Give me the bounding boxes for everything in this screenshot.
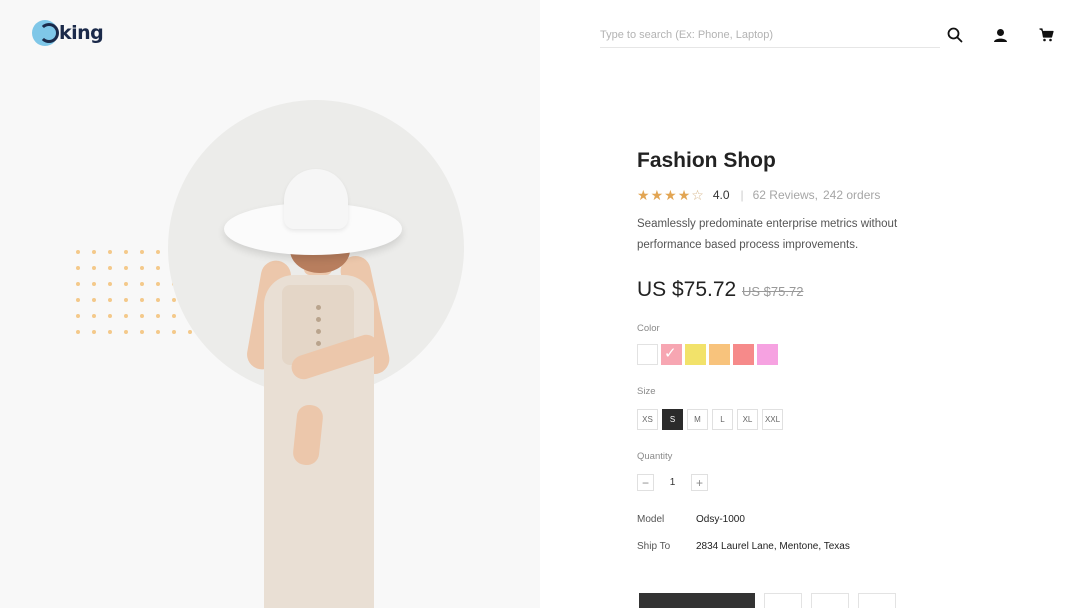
size-option-xs[interactable]: XS (637, 409, 658, 430)
quantity-label: Quantity (637, 451, 673, 462)
star-filled-icon: ★ (637, 187, 650, 203)
quantity-stepper: − 1 + (637, 474, 708, 491)
size-option-s[interactable]: S (662, 409, 683, 430)
decorative-dot (92, 314, 96, 318)
logo-text: king (59, 22, 104, 44)
logo-mark (32, 20, 59, 46)
size-label: Size (637, 386, 656, 397)
decorative-dot (124, 266, 128, 270)
cart-icon[interactable] (1035, 24, 1057, 46)
decorative-dot (92, 250, 96, 254)
action-button-3[interactable] (858, 593, 896, 608)
decorative-dot (76, 250, 80, 254)
decorative-dot (140, 282, 144, 286)
decorative-dot (156, 298, 160, 302)
decorative-dot (108, 266, 112, 270)
decorative-dot (140, 330, 144, 334)
quantity-decrement-button[interactable]: − (637, 474, 654, 491)
decorative-dot (172, 298, 176, 302)
size-option-xl[interactable]: XL (737, 409, 758, 430)
size-option-l[interactable]: L (712, 409, 733, 430)
user-icon[interactable] (989, 24, 1011, 46)
color-swatch-yellow[interactable] (685, 344, 706, 365)
model-label: Model (637, 514, 665, 525)
color-swatch-orange[interactable] (709, 344, 730, 365)
model-value: Odsy-1000 (696, 514, 745, 525)
decorative-dot (172, 314, 176, 318)
product-description: Seamlessly predominate enterprise metric… (637, 218, 898, 251)
decorative-dot (156, 314, 160, 318)
color-swatch-violet[interactable] (757, 344, 778, 365)
decorative-dot (140, 314, 144, 318)
decorative-dot (108, 314, 112, 318)
check-icon: ✓ (664, 345, 677, 362)
decorative-dot (124, 298, 128, 302)
decorative-dot (124, 250, 128, 254)
decorative-dot (92, 282, 96, 286)
decorative-dot (76, 266, 80, 270)
decorative-dot (92, 298, 96, 302)
size-option-xxl[interactable]: XXL (762, 409, 783, 430)
rating-stars: ★ ★ ★ ★ ☆ (637, 188, 704, 202)
rating-separator: | (740, 188, 744, 202)
order-count: 242 orders (823, 188, 881, 202)
star-empty-icon: ☆ (691, 187, 704, 203)
star-filled-icon: ★ (664, 187, 677, 203)
decorative-dot (108, 330, 112, 334)
search-input[interactable] (600, 22, 940, 48)
decorative-dot (156, 330, 160, 334)
product-image-panel: king (0, 0, 540, 608)
old-price: US $75.72 (742, 284, 804, 299)
color-swatch-white[interactable] (637, 344, 658, 365)
logo[interactable]: king (32, 18, 104, 48)
decorative-dot (124, 330, 128, 334)
decorative-dot (156, 282, 160, 286)
action-button-1[interactable] (764, 593, 802, 608)
star-filled-icon: ★ (677, 187, 691, 203)
decorative-dot (172, 330, 176, 334)
decorative-dot (76, 298, 80, 302)
decorative-dot (156, 250, 160, 254)
decorative-dot (108, 250, 112, 254)
decorative-dot (124, 314, 128, 318)
star-filled-icon: ★ (650, 187, 664, 203)
ship-to-label: Ship To (637, 541, 671, 552)
ship-to-value[interactable]: 2834 Laurel Lane, Mentone, Texas (696, 541, 850, 552)
decorative-dot (76, 282, 80, 286)
decorative-dot (140, 250, 144, 254)
decorative-dot (76, 330, 80, 334)
quantity-value[interactable]: 1 (654, 477, 691, 488)
decorative-dot (140, 266, 144, 270)
review-count[interactable]: 62 Reviews, (753, 188, 818, 202)
color-swatch-coral[interactable] (733, 344, 754, 365)
action-button-2[interactable] (811, 593, 849, 608)
rating-row: ★ ★ ★ ★ ☆ 4.0 | 62 Reviews, 242 orders (637, 186, 880, 204)
size-options: XS S M L XL XXL (637, 409, 783, 430)
decorative-dot (108, 282, 112, 286)
color-label: Color (637, 323, 660, 334)
add-to-cart-button[interactable] (639, 593, 755, 608)
quantity-increment-button[interactable]: + (691, 474, 708, 491)
product-title: Fashion Shop (637, 149, 776, 172)
model-row: Model Odsy-1000 (637, 514, 745, 525)
decorative-dot (92, 266, 96, 270)
price: US $75.72 (637, 278, 737, 301)
decorative-dot (92, 330, 96, 334)
decorative-dot (108, 298, 112, 302)
decorative-dot (156, 266, 160, 270)
color-swatches: ✓ (637, 344, 778, 365)
search-icon[interactable] (944, 24, 966, 46)
size-option-m[interactable]: M (687, 409, 708, 430)
ship-to-row: Ship To 2834 Laurel Lane, Mentone, Texas (637, 541, 850, 552)
decorative-dot (124, 282, 128, 286)
decorative-dot (140, 298, 144, 302)
decorative-dot (76, 314, 80, 318)
rating-value: 4.0 (712, 188, 730, 202)
color-swatch-pink[interactable]: ✓ (661, 344, 682, 365)
product-model-image (200, 165, 440, 608)
decorative-dot (188, 330, 192, 334)
